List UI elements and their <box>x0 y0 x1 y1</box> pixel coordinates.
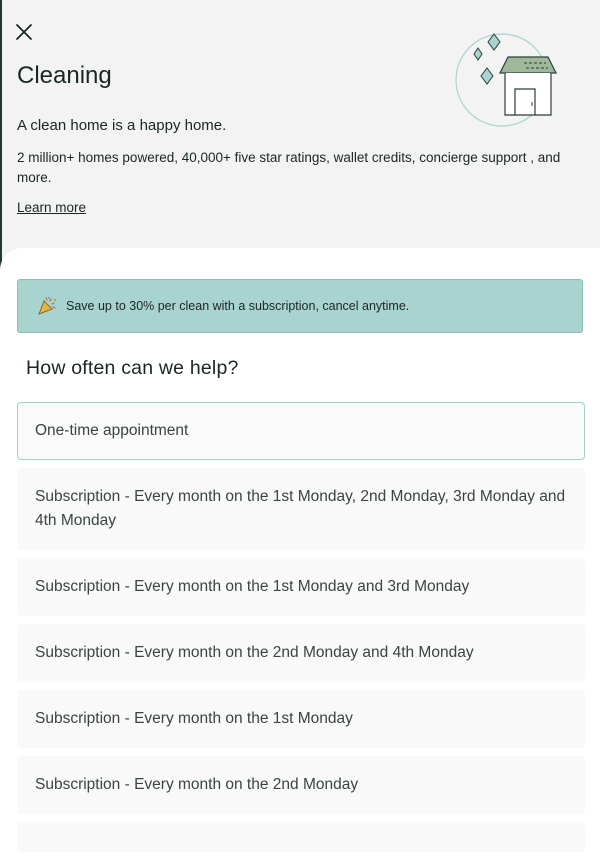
option-label: One-time appointment <box>35 422 189 439</box>
option-label: Subscription - Every month on the 2nd Mo… <box>35 644 474 661</box>
cleaning-house-illustration <box>455 33 557 127</box>
option-subscription-1st-3rd-monday[interactable]: Subscription - Every month on the 1st Mo… <box>17 558 585 616</box>
option-label: Subscription - Every month on the 1st Mo… <box>35 578 470 595</box>
frequency-options-list: One-time appointment Subscription - Ever… <box>17 402 585 860</box>
option-label: Subscription - Every month on the 2nd Mo… <box>35 776 359 793</box>
description: 2 million+ homes powered, 40,000+ five s… <box>17 150 561 185</box>
close-icon <box>16 24 32 40</box>
option-subscription-2nd-4th-monday[interactable]: Subscription - Every month on the 2nd Mo… <box>17 624 585 682</box>
frequency-section-title: How often can we help? <box>26 357 239 379</box>
learn-more-link[interactable]: Learn more <box>17 200 86 215</box>
option-subscription-weekly-mondays[interactable]: Subscription - Every month on the 1st Mo… <box>17 468 585 550</box>
page-title: Cleaning <box>17 62 112 89</box>
option-subscription-2nd-monday[interactable]: Subscription - Every month on the 2nd Mo… <box>17 756 585 814</box>
option-subscription-1st-monday[interactable]: Subscription - Every month on the 1st Mo… <box>17 690 585 748</box>
party-popper-icon <box>36 295 58 317</box>
subscription-promo-banner: Save up to 30% per clean with a subscrip… <box>17 279 583 333</box>
option-label: Subscription - Every month on the 1st Mo… <box>35 710 353 727</box>
option-partially-visible[interactable] <box>17 822 585 852</box>
option-label: Subscription - Every month on the 1st Mo… <box>35 488 566 529</box>
option-one-time[interactable]: One-time appointment <box>17 402 585 460</box>
promo-banner-text: Save up to 30% per clean with a subscrip… <box>66 299 410 313</box>
tagline: A clean home is a happy home. <box>17 117 227 134</box>
close-button[interactable] <box>12 20 36 44</box>
